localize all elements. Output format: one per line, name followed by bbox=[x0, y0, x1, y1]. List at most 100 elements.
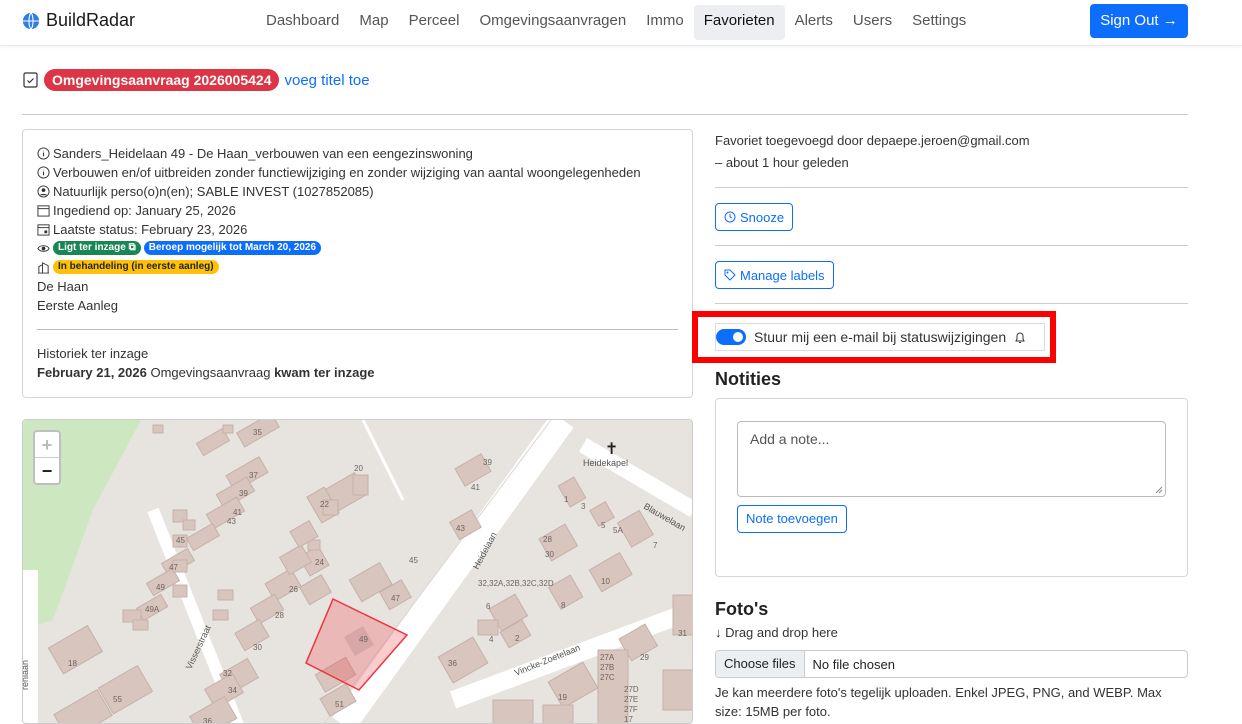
zoom-out-button[interactable]: − bbox=[35, 458, 59, 484]
last-status-date: Laatste status: February 23, 2026 bbox=[53, 222, 248, 237]
history-type: Omgevingsaanvraag bbox=[150, 365, 271, 380]
house-number: 27E bbox=[624, 695, 638, 704]
visibility-line: Ligt ter inzage ⧉ Beroep mogelijk tot Ma… bbox=[37, 241, 321, 255]
add-title-link[interactable]: voeg titel toe bbox=[284, 72, 369, 89]
note-textarea[interactable]: Add a note... bbox=[737, 421, 1166, 497]
house-number: 51 bbox=[335, 700, 344, 709]
house-number: 47 bbox=[169, 563, 178, 572]
nav-alerts[interactable]: Alerts bbox=[785, 5, 843, 40]
nav-dashboard[interactable]: Dashboard bbox=[256, 5, 349, 40]
add-note-button[interactable]: Note toevoegen bbox=[737, 505, 847, 533]
manage-labels-button[interactable]: Manage labels bbox=[715, 261, 834, 289]
clipboard-check-icon bbox=[23, 72, 38, 88]
note-placeholder: Add a note... bbox=[750, 431, 830, 447]
brand-name: BuildRadar bbox=[46, 10, 136, 30]
house-number: 31 bbox=[678, 629, 687, 638]
snooze-button[interactable]: Snooze bbox=[715, 203, 794, 231]
house-number: 43 bbox=[456, 524, 465, 533]
highlight-box bbox=[692, 311, 1056, 363]
house-number: 55 bbox=[113, 695, 122, 704]
status-line: In behandeling (in eerste aanleg) bbox=[37, 260, 219, 274]
divider bbox=[715, 187, 1188, 188]
house-number: 47 bbox=[391, 594, 400, 603]
tag-icon bbox=[724, 269, 736, 281]
file-input[interactable]: Choose files No file chosen bbox=[715, 650, 1188, 678]
house-number: 34 bbox=[228, 686, 237, 695]
clock-icon bbox=[724, 211, 736, 223]
applicant-line: Natuurlijk perso(o)n(en); SABLE INVEST (… bbox=[37, 184, 374, 199]
divider bbox=[715, 303, 1188, 304]
parcel-map[interactable]: ✝ Heidekapel Heidelaan Blauwelaan Vincke… bbox=[22, 419, 693, 724]
house-number: 27D bbox=[624, 685, 639, 694]
nav-settings[interactable]: Settings bbox=[902, 5, 976, 40]
divider bbox=[22, 114, 1188, 115]
page-title-row: Omgevingsaanvraag 2026005424 voeg titel … bbox=[22, 68, 370, 92]
application-id-badge: Omgevingsaanvraag 2026005424 bbox=[44, 69, 280, 91]
nav-favorieten[interactable]: Favorieten bbox=[693, 5, 785, 40]
house-number: 27A bbox=[600, 653, 615, 662]
manage-labels-label: Manage labels bbox=[740, 267, 825, 283]
application-details-card: Sanders_Heidelaan 49 - De Haan_verbouwen… bbox=[22, 129, 693, 398]
house-number: 37 bbox=[249, 471, 258, 480]
house-number: 39 bbox=[483, 458, 492, 467]
nav-map[interactable]: Map bbox=[349, 5, 398, 40]
house-number: 1 bbox=[564, 495, 569, 504]
nav-perceel[interactable]: Perceel bbox=[399, 5, 470, 40]
house-number: 8 bbox=[561, 601, 566, 610]
house-number: 24 bbox=[315, 558, 324, 567]
house-number: 5A bbox=[613, 526, 623, 535]
house-number: 22 bbox=[320, 500, 329, 509]
work-type-line: Verbouwen en/of uitbreiden zonder functi… bbox=[37, 165, 641, 180]
map-canvas[interactable]: ✝ Heidekapel Heidelaan Blauwelaan Vincke… bbox=[23, 420, 693, 724]
house-number: 4 bbox=[489, 635, 494, 644]
inspection-badge[interactable]: Ligt ter inzage ⧉ bbox=[53, 241, 141, 255]
house-number: 28 bbox=[275, 611, 284, 620]
last-status-line: Laatste status: February 23, 2026 bbox=[37, 222, 247, 237]
nav-omgevingsaanvragen[interactable]: Omgevingsaanvragen bbox=[469, 5, 636, 40]
house-number: 6 bbox=[486, 602, 491, 611]
file-status: No file chosen bbox=[812, 656, 895, 672]
notes-card: Add a note... Note toevoegen bbox=[715, 398, 1188, 577]
divider bbox=[37, 329, 678, 330]
house-number: 17 bbox=[624, 715, 633, 724]
person-circle-icon bbox=[37, 185, 50, 198]
house-number: 27C bbox=[600, 673, 615, 682]
house-number: 45 bbox=[409, 556, 418, 565]
house-number: 39 bbox=[239, 489, 248, 498]
favorited-when: – about 1 hour geleden bbox=[715, 155, 849, 170]
choose-files-button[interactable]: Choose files bbox=[716, 651, 805, 677]
house-number: 19 bbox=[558, 693, 567, 702]
snooze-label: Snooze bbox=[740, 209, 785, 225]
resize-grip-icon[interactable] bbox=[1155, 486, 1163, 494]
upload-help-text: Je kan meerdere foto's tegelijk uploaden… bbox=[715, 685, 1162, 719]
house-number: 49 bbox=[359, 635, 368, 644]
house-number: 45 bbox=[176, 536, 185, 545]
house-number: 36 bbox=[448, 659, 457, 668]
favorited-by: Favoriet toegevoegd door depaepe.jeroen@… bbox=[715, 133, 1030, 148]
nav-users[interactable]: Users bbox=[843, 5, 902, 40]
poi-label: Heidekapel bbox=[583, 458, 628, 468]
zoom-in-button[interactable]: + bbox=[35, 432, 59, 458]
house-number: 43 bbox=[227, 517, 236, 526]
drag-drop-hint[interactable]: ↓ Drag and drop here bbox=[715, 625, 838, 640]
municipality: De Haan bbox=[37, 279, 89, 294]
house-number: 18 bbox=[68, 659, 77, 668]
divider bbox=[715, 245, 1188, 246]
sign-out-button[interactable]: Sign Out → bbox=[1090, 4, 1188, 38]
brand-logo[interactable]: BuildRadar bbox=[22, 10, 135, 31]
top-navbar: BuildRadar Dashboard Map Perceel Omgevin… bbox=[0, 0, 1242, 46]
zoom-control: + − bbox=[33, 430, 61, 485]
nav-links: Dashboard Map Perceel Omgevingsaanvragen… bbox=[256, 5, 976, 40]
house-number: 49 bbox=[156, 583, 165, 592]
globe-icon bbox=[22, 12, 40, 29]
history-event: kwam ter inzage bbox=[274, 365, 375, 380]
applicant: Natuurlijk perso(o)n(en); SABLE INVEST (… bbox=[53, 184, 374, 199]
house-number: 10 bbox=[601, 577, 610, 586]
house-number: 41 bbox=[471, 483, 480, 492]
info-icon bbox=[37, 147, 50, 160]
house-number: 26 bbox=[289, 585, 298, 594]
calendar-event-icon bbox=[37, 224, 50, 236]
nav-immo[interactable]: Immo bbox=[636, 5, 694, 40]
notes-heading: Notities bbox=[715, 369, 782, 389]
calendar-icon bbox=[37, 205, 50, 217]
